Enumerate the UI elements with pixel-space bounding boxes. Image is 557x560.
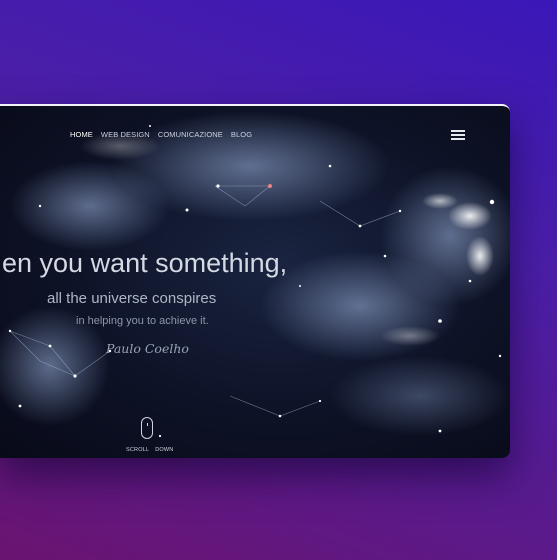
mouse-scroll-icon[interactable]	[141, 417, 153, 439]
hero-quote-line-1: en you want something,	[2, 248, 288, 278]
page-background: { "nav": { "items": ["HOME", "WEB DESIGN…	[0, 0, 557, 560]
scroll-label-part-1: SCROLL	[126, 447, 150, 453]
quote-author: Paulo Coelho	[106, 341, 189, 356]
scroll-label-part-2: DOWN	[155, 447, 174, 453]
scroll-down-label[interactable]: SCROLL DOWN	[126, 447, 173, 453]
nav-item-blog[interactable]: BLOG	[231, 130, 252, 139]
hero-quote-line-2: all the universe conspires	[47, 290, 217, 307]
hamburger-menu-icon[interactable]	[451, 130, 465, 140]
nav-item-web-design[interactable]: WEB DESIGN	[101, 130, 150, 139]
hero-quote-line-3: in helping you to achieve it.	[76, 315, 209, 327]
website-preview-window: HOME WEB DESIGN COMUNICAZIONE BLOG en yo…	[0, 104, 510, 458]
nav-item-home[interactable]: HOME	[70, 130, 93, 139]
nav-item-comunicazione[interactable]: COMUNICAZIONE	[158, 130, 223, 139]
main-navigation: HOME WEB DESIGN COMUNICAZIONE BLOG	[70, 130, 252, 139]
hero-background-image	[0, 111, 510, 438]
